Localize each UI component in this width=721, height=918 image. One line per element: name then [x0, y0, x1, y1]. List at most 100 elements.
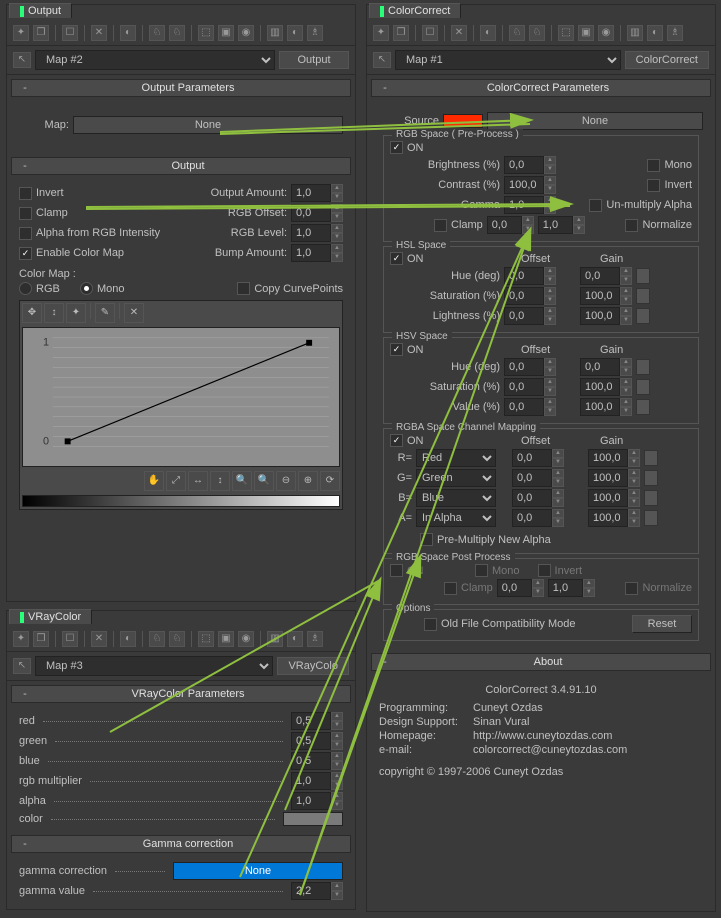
cc-params-header[interactable]: - ColorCorrect Parameters: [371, 79, 711, 97]
b-channel-select[interactable]: Blue: [416, 489, 496, 507]
rgb-offset-spinner[interactable]: ▲▼: [291, 204, 343, 222]
vraycolor-tab[interactable]: VRayColor: [9, 609, 92, 624]
tool-icon[interactable]: ♘: [169, 631, 185, 647]
tool-icon[interactable]: ☐: [62, 631, 78, 647]
blue-spinner[interactable]: ▲▼: [291, 752, 343, 770]
zoom-icon[interactable]: 🔍: [232, 471, 252, 491]
tool-icon[interactable]: ◐: [120, 25, 136, 41]
r-gain[interactable]: ▲▼: [588, 449, 640, 467]
reset-view-icon[interactable]: ⟳: [320, 471, 340, 491]
pan-icon[interactable]: ✋: [144, 471, 164, 491]
invert-checkbox[interactable]: [647, 179, 660, 192]
a-offset[interactable]: ▲▼: [512, 509, 564, 527]
alpha-spinner[interactable]: ▲▼: [291, 792, 343, 810]
gradient-bar[interactable]: [22, 495, 340, 507]
tool-icon[interactable]: ⬚: [198, 631, 214, 647]
clamp-hi-spinner[interactable]: ▲▼: [538, 216, 585, 234]
tool-icon[interactable]: ✕: [91, 25, 107, 41]
tool-icon[interactable]: ☐: [422, 25, 438, 41]
enable-colormap-checkbox[interactable]: [19, 247, 32, 260]
tool-icon[interactable]: ❐: [33, 631, 49, 647]
about-header[interactable]: - About: [371, 653, 711, 671]
gamma-spinner[interactable]: ▲▼: [504, 196, 556, 214]
post-mono-checkbox[interactable]: [475, 564, 488, 577]
normalize-checkbox[interactable]: [625, 219, 638, 232]
hsv-hue-gain[interactable]: ▲▼: [580, 358, 632, 376]
output-amount-spinner[interactable]: ▲▼: [291, 184, 343, 202]
rgbmult-spinner[interactable]: ▲▼: [291, 772, 343, 790]
hsl-on-checkbox[interactable]: [390, 252, 403, 265]
invert-checkbox[interactable]: [19, 187, 32, 200]
zoom-region-icon[interactable]: 🔍: [254, 471, 274, 491]
tool-icon[interactable]: ♗: [307, 631, 323, 647]
colorcorrect-tab[interactable]: ColorCorrect: [369, 3, 461, 18]
mono-radio[interactable]: [80, 282, 93, 295]
a-swatch[interactable]: [644, 510, 658, 526]
rgb-level-spinner[interactable]: ▲▼: [291, 224, 343, 242]
hsv-on-checkbox[interactable]: [390, 343, 403, 356]
hsl-hue-swatch[interactable]: [636, 268, 650, 284]
hsv-val-swatch[interactable]: [636, 399, 650, 415]
source-map-slot[interactable]: None: [487, 112, 703, 130]
pen-tool-icon[interactable]: ✎: [95, 303, 115, 323]
tool-icon[interactable]: ✕: [451, 25, 467, 41]
contrast-spinner[interactable]: ▲▼: [504, 176, 556, 194]
rgb-pre-on-checkbox[interactable]: [390, 141, 403, 154]
post-on-checkbox[interactable]: [390, 564, 403, 577]
hsl-hue-offset[interactable]: ▲▼: [504, 267, 556, 285]
tool-icon[interactable]: ◉: [598, 25, 614, 41]
cc-map-dropdown[interactable]: Map #1: [395, 50, 621, 70]
tool-icon[interactable]: ▥: [267, 25, 283, 41]
tool-icon[interactable]: ♘: [169, 25, 185, 41]
wand-icon[interactable]: ↖: [373, 52, 391, 68]
scale-tool-icon[interactable]: ↕: [44, 303, 64, 323]
g-gain[interactable]: ▲▼: [588, 469, 640, 487]
source-swatch[interactable]: [443, 114, 483, 128]
hsv-val-offset[interactable]: ▲▼: [504, 398, 556, 416]
post-clamp-hi[interactable]: ▲▼: [548, 579, 595, 597]
hsl-sat-swatch[interactable]: [636, 288, 650, 304]
tool-icon[interactable]: ⬚: [198, 25, 214, 41]
post-invert-checkbox[interactable]: [538, 564, 551, 577]
bump-amount-spinner[interactable]: ▲▼: [291, 244, 343, 262]
tool-icon[interactable]: ♗: [307, 25, 323, 41]
tool-icon[interactable]: ▥: [627, 25, 643, 41]
hsv-sat-offset[interactable]: ▲▼: [504, 378, 556, 396]
collapse-icon[interactable]: -: [18, 688, 32, 700]
gamma-value-spinner[interactable]: ▲▼: [291, 882, 343, 900]
r-offset[interactable]: ▲▼: [512, 449, 564, 467]
output-section-header[interactable]: - Output: [11, 157, 351, 175]
hsl-sat-offset[interactable]: ▲▼: [504, 287, 556, 305]
curve-editor[interactable]: 1 0: [22, 327, 340, 467]
hsv-sat-swatch[interactable]: [636, 379, 650, 395]
tool-icon[interactable]: ✦: [373, 25, 389, 41]
wand-icon[interactable]: ↖: [13, 52, 31, 68]
alpha-rgb-checkbox[interactable]: [19, 227, 32, 240]
map-slot[interactable]: None: [73, 116, 343, 134]
tool-icon[interactable]: ▣: [578, 25, 594, 41]
zoom-in-icon[interactable]: ⊕: [298, 471, 318, 491]
tool-icon[interactable]: ◐: [287, 631, 303, 647]
tool-icon[interactable]: ❐: [393, 25, 409, 41]
a-gain[interactable]: ▲▼: [588, 509, 640, 527]
g-channel-select[interactable]: Green: [416, 469, 496, 487]
tool-icon[interactable]: ▣: [218, 25, 234, 41]
tool-icon[interactable]: ♘: [509, 25, 525, 41]
vray-color-swatch[interactable]: [283, 812, 343, 826]
b-swatch[interactable]: [644, 490, 658, 506]
copy-curvepoints-checkbox[interactable]: [237, 282, 250, 295]
collapse-icon[interactable]: -: [18, 82, 32, 94]
b-offset[interactable]: ▲▼: [512, 489, 564, 507]
r-channel-select[interactable]: Red: [416, 449, 496, 467]
hsl-lgt-gain[interactable]: ▲▼: [580, 307, 632, 325]
hsl-hue-gain[interactable]: ▲▼: [580, 267, 632, 285]
hsl-lgt-offset[interactable]: ▲▼: [504, 307, 556, 325]
cc-map-type-button[interactable]: ColorCorrect: [625, 51, 709, 69]
tool-icon[interactable]: ♗: [667, 25, 683, 41]
reset-button[interactable]: Reset: [632, 615, 692, 633]
post-clamp-lo[interactable]: ▲▼: [497, 579, 544, 597]
red-spinner[interactable]: ▲▼: [291, 712, 343, 730]
output-tab[interactable]: Output: [9, 3, 72, 18]
premult-checkbox[interactable]: [420, 533, 433, 546]
delete-tool-icon[interactable]: ✕: [124, 303, 144, 323]
